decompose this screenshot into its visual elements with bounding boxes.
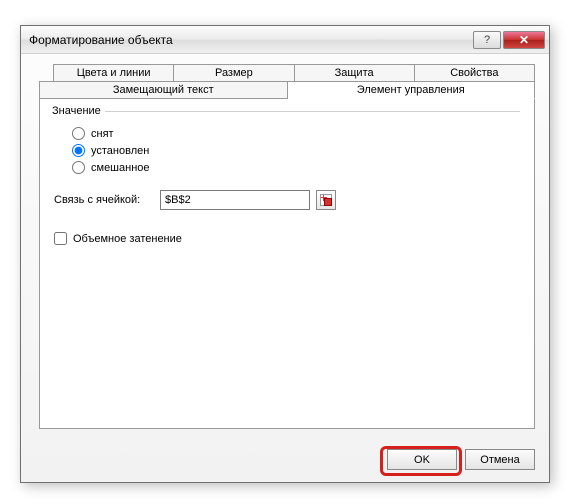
close-icon: ✕ bbox=[519, 33, 529, 47]
ok-button[interactable]: OK bbox=[387, 449, 457, 470]
range-selector-button[interactable] bbox=[316, 190, 336, 210]
value-group: Значение снят установлен смешанное bbox=[54, 105, 520, 178]
tab-alt-text[interactable]: Замещающий текст bbox=[39, 81, 288, 99]
tabs-row-1: Цвета и линии Размер Защита Свойства bbox=[53, 64, 535, 82]
radio-unset-label: снят bbox=[91, 128, 114, 140]
window-title: Форматирование объекта bbox=[29, 33, 473, 47]
tab-control[interactable]: Элемент управления bbox=[288, 81, 536, 99]
tab-size[interactable]: Размер bbox=[174, 64, 294, 82]
shade3d-label: Объемное затенение bbox=[73, 233, 182, 245]
value-legend: Значение bbox=[52, 105, 105, 117]
tabs-row-2: Замещающий текст Элемент управления bbox=[39, 81, 535, 99]
radio-set[interactable] bbox=[72, 144, 85, 157]
radio-row-set[interactable]: установлен bbox=[72, 144, 520, 157]
format-object-dialog: Форматирование объекта ? ✕ Цвета и линии… bbox=[20, 25, 550, 483]
radio-mixed[interactable] bbox=[72, 161, 85, 174]
cancel-button[interactable]: Отмена bbox=[465, 449, 535, 470]
cell-link-row: Связь с ячейкой: bbox=[54, 190, 520, 210]
close-button[interactable]: ✕ bbox=[503, 31, 545, 49]
radio-set-label: установлен bbox=[91, 145, 149, 157]
dialog-buttons: OK Отмена bbox=[387, 449, 535, 470]
radio-row-unset[interactable]: снят bbox=[72, 127, 520, 140]
radio-row-mixed[interactable]: смешанное bbox=[72, 161, 520, 174]
shade3d-checkbox[interactable] bbox=[54, 232, 67, 245]
tab-panel: Значение снят установлен смешанное Связь… bbox=[39, 99, 535, 429]
tab-protection[interactable]: Защита bbox=[295, 64, 415, 82]
radio-unset[interactable] bbox=[72, 127, 85, 140]
dialog-content: Цвета и линии Размер Защита Свойства Зам… bbox=[21, 54, 549, 482]
tab-colors-lines[interactable]: Цвета и линии bbox=[53, 64, 174, 82]
range-selector-icon bbox=[320, 194, 332, 206]
cell-link-label: Связь с ячейкой: bbox=[54, 194, 154, 206]
shade3d-row[interactable]: Объемное затенение bbox=[54, 232, 520, 245]
cell-link-input[interactable] bbox=[160, 190, 310, 210]
titlebar[interactable]: Форматирование объекта ? ✕ bbox=[21, 26, 549, 54]
tab-properties[interactable]: Свойства bbox=[415, 64, 535, 82]
help-button[interactable]: ? bbox=[473, 31, 501, 49]
radio-mixed-label: смешанное bbox=[91, 162, 150, 174]
